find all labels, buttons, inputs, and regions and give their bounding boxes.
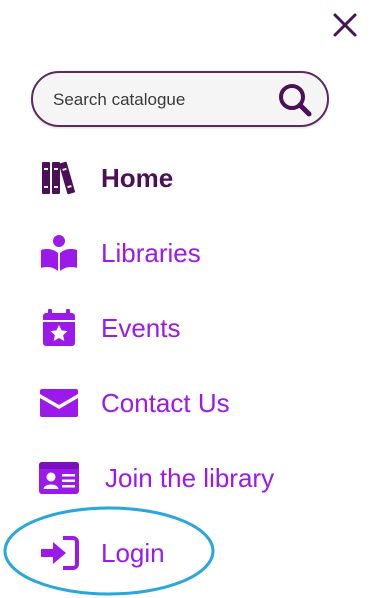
- nav-item-events[interactable]: Events: [38, 306, 338, 350]
- search-input[interactable]: [53, 87, 263, 113]
- nav-item-home[interactable]: Home: [38, 156, 338, 200]
- nav-item-join-the-library[interactable]: Join the library: [38, 456, 338, 500]
- id-card-icon: [38, 457, 80, 499]
- nav-label-libraries: Libraries: [101, 237, 201, 268]
- search-button[interactable]: [275, 80, 315, 120]
- sign-in-icon: [38, 532, 80, 574]
- navigation-menu-panel: Home Libraries Events: [0, 0, 370, 598]
- reader-icon: [38, 232, 80, 274]
- nav-label-join-the-library: Join the library: [105, 462, 275, 493]
- nav-item-contact-us[interactable]: Contact Us: [38, 381, 338, 425]
- nav-label-login: Login: [101, 537, 165, 568]
- nav-item-login[interactable]: Login: [38, 531, 338, 575]
- close-icon: [333, 13, 357, 37]
- nav-label-events: Events: [101, 312, 181, 343]
- nav-label-contact-us: Contact Us: [101, 387, 230, 418]
- books-icon: [38, 157, 80, 199]
- search-icon: [279, 84, 312, 117]
- search-bar: [31, 71, 329, 127]
- close-menu-button[interactable]: [329, 9, 361, 41]
- nav-label-home: Home: [101, 162, 174, 193]
- nav-item-libraries[interactable]: Libraries: [38, 231, 338, 275]
- envelope-icon: [38, 382, 80, 424]
- calendar-star-icon: [38, 307, 80, 349]
